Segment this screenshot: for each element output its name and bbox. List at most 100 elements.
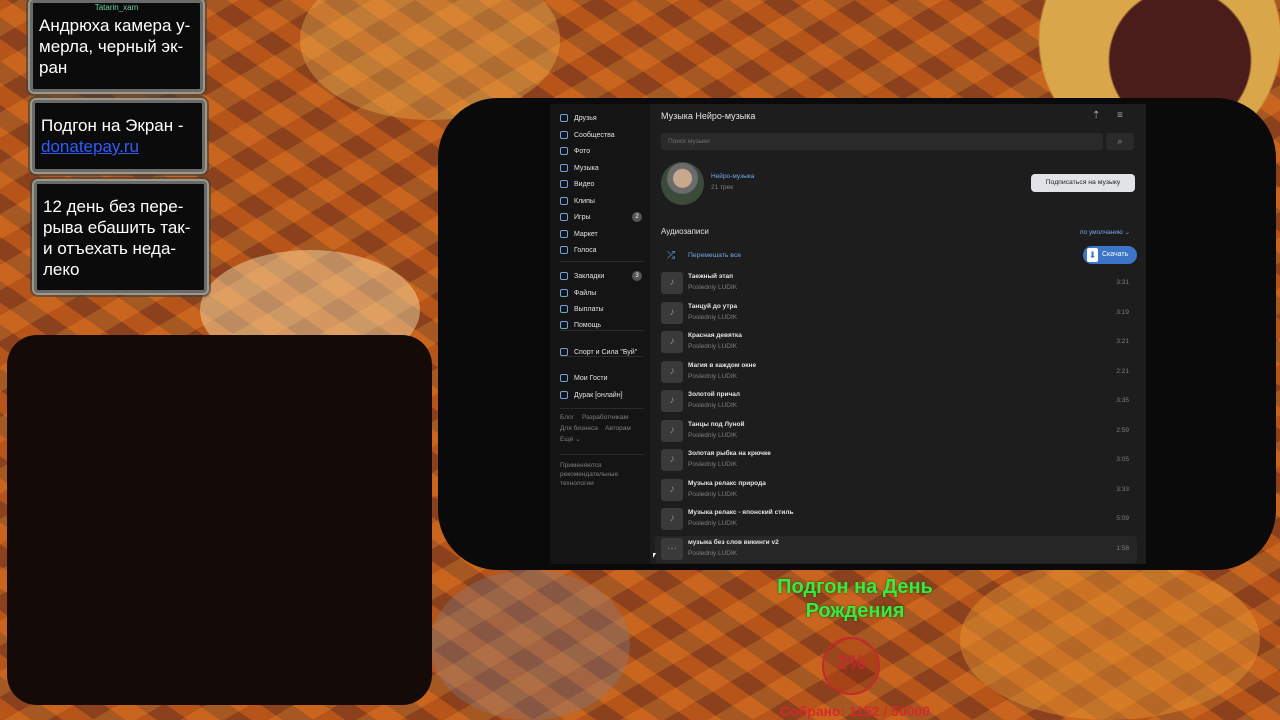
track-title: Магия в каждом окне bbox=[688, 361, 757, 369]
chat-message: Подгон на Экран - donatepay.ru bbox=[30, 98, 207, 174]
track-row[interactable]: ♪ Музыка релакс - японский стиль Posledniy… bbox=[655, 506, 1137, 533]
sidebar-item-label: Мои Гости bbox=[574, 374, 608, 382]
sidebar-item[interactable]: Клипы bbox=[560, 194, 595, 208]
friends-icon bbox=[560, 114, 568, 122]
donate-link[interactable]: donatepay.ru bbox=[41, 136, 196, 157]
files-icon bbox=[560, 289, 568, 297]
track-row[interactable]: ··· музыка без слов викинги v2 Posledniy L… bbox=[655, 535, 1137, 563]
track-title: Танцы под Луной bbox=[688, 420, 745, 428]
more-icon[interactable]: ··· bbox=[661, 537, 683, 560]
sidebar-item[interactable]: Помощь bbox=[560, 318, 601, 332]
sidebar-item[interactable]: Фото bbox=[560, 144, 590, 158]
sidebar: Блог Разработчикам Для бизнеса Авторам Е… bbox=[550, 104, 650, 564]
track-row[interactable]: ♪ Музыка релакс природа Posledniy LUDIK 3:3… bbox=[655, 477, 1137, 504]
footer-note: Применяются bbox=[560, 462, 602, 469]
chat-message: Tatarin_xam Андрюха камера у- мерла, чер… bbox=[28, 0, 205, 94]
track-row[interactable]: ♪ Магия в каждом окне Posledniy LUDIK 2:21 bbox=[655, 359, 1137, 386]
upload-icon[interactable]: ⇡ bbox=[1092, 111, 1102, 121]
sidebar-item[interactable]: Дурак [онлайн] bbox=[560, 388, 623, 402]
sidebar-item[interactable]: Выплаты bbox=[560, 302, 604, 316]
artist-track-count: 21 трек bbox=[711, 184, 734, 191]
chat-text: Подгон на Экран - donatepay.ru bbox=[41, 115, 196, 157]
payments-icon bbox=[560, 305, 568, 313]
footer-note: рекомендательные bbox=[560, 471, 619, 478]
sidebar-item-label: Голоса bbox=[574, 246, 597, 254]
sidebar-item[interactable]: Спорт и Сила "Буй" bbox=[560, 345, 637, 359]
music-note-icon[interactable]: ♪ bbox=[661, 419, 683, 442]
footer-link-dev[interactable]: Разработчикам bbox=[582, 414, 628, 421]
track-row[interactable]: ♪ Красная девятка Posledniy LUDIK 3:21 bbox=[655, 329, 1137, 356]
shuffle-all-button[interactable]: Перемешать все bbox=[688, 252, 741, 259]
search-icon[interactable]: ⌕ bbox=[1106, 133, 1134, 150]
music-note-icon[interactable]: ♪ bbox=[661, 360, 683, 383]
track-duration: 3:35 bbox=[1116, 397, 1129, 404]
sidebar-item-label: Друзья bbox=[574, 114, 597, 122]
sidebar-item[interactable]: Файлы bbox=[560, 286, 596, 300]
music-note-icon[interactable]: ♪ bbox=[661, 272, 683, 294]
track-artist[interactable]: Posledniy LUDIK bbox=[688, 520, 737, 527]
sidebar-item[interactable]: Закладки 3 bbox=[560, 269, 642, 283]
video-icon bbox=[560, 180, 568, 188]
footer-link-authors[interactable]: Авторам bbox=[605, 425, 631, 432]
sidebar-item[interactable]: Сообщества bbox=[560, 128, 615, 142]
app-icon bbox=[560, 374, 568, 382]
track-artist[interactable]: Posledniy LUDIK bbox=[688, 343, 737, 350]
footer-link-business[interactable]: Для бизнеса bbox=[560, 425, 598, 432]
sidebar-item[interactable]: Игры 2 bbox=[560, 210, 642, 224]
track-duration: 5:09 bbox=[1116, 515, 1129, 522]
track-title: Музыка релакс природа bbox=[688, 479, 766, 487]
sidebar-item[interactable]: Видео bbox=[560, 177, 594, 191]
music-note-icon[interactable]: ♪ bbox=[661, 478, 683, 501]
track-artist[interactable]: Posledniy LUDIK bbox=[688, 491, 737, 498]
goal-percent: 2% bbox=[836, 652, 866, 674]
footer-link-blog[interactable]: Блог bbox=[560, 414, 574, 421]
sidebar-divider bbox=[560, 261, 644, 262]
shuffle-icon[interactable]: ⤮ bbox=[667, 250, 675, 261]
track-artist[interactable]: Posledniy LUDIK bbox=[688, 373, 737, 380]
votes-icon bbox=[560, 246, 568, 254]
music-note-icon[interactable]: ♪ bbox=[661, 390, 683, 412]
footer-link-more[interactable]: Ещё ⌄ bbox=[560, 435, 581, 443]
sidebar-item-label: Дурак [онлайн] bbox=[574, 391, 623, 399]
download-label: Скачать bbox=[1102, 251, 1129, 258]
track-row[interactable]: ♪ Танцы под Луной Posledniy LUDIK 2:59 bbox=[655, 418, 1137, 445]
sort-dropdown[interactable]: по умолчанию ⌄ bbox=[1080, 228, 1130, 236]
chat-text: 12 день без пере- рыва ебашить так- и от… bbox=[43, 197, 191, 279]
subscribe-button[interactable]: Подписаться на музыку bbox=[1031, 174, 1135, 192]
help-icon bbox=[560, 321, 568, 329]
track-artist[interactable]: Posledniy LUDIK bbox=[688, 402, 737, 409]
track-artist[interactable]: Posledniy LUDIK bbox=[688, 550, 737, 557]
music-search-input[interactable]: Поиск музыки bbox=[661, 133, 1103, 150]
artist-name[interactable]: Нейро-музыка bbox=[711, 173, 754, 180]
sidebar-item[interactable]: Музыка bbox=[560, 161, 599, 175]
page-title: Музыка Нейро-музыка bbox=[661, 111, 756, 121]
track-artist[interactable]: Posledniy LUDIK bbox=[688, 284, 737, 291]
background-decor bbox=[960, 560, 1260, 720]
track-row[interactable]: ♪ Золотой причал Posledniy LUDIK 3:35 bbox=[655, 388, 1137, 415]
track-duration: 1:58 bbox=[1116, 544, 1129, 552]
track-artist[interactable]: Posledniy LUDIK bbox=[688, 432, 737, 439]
track-row[interactable]: ♪ Золотая рыбка на крючке Posledniy LUDIK 3… bbox=[655, 447, 1137, 474]
music-note-icon[interactable]: ♪ bbox=[661, 508, 683, 530]
music-note-icon[interactable]: ♪ bbox=[661, 449, 683, 471]
goal-collected: Собрано: 1152 / 50000 bbox=[779, 703, 931, 719]
sidebar-item[interactable]: Мои Гости bbox=[560, 371, 608, 385]
download-button[interactable]: ⬇ Скачать bbox=[1083, 246, 1137, 264]
music-note-icon[interactable]: ♪ bbox=[661, 331, 683, 353]
vk-page: Блог Разработчикам Для бизнеса Авторам Е… bbox=[550, 104, 1146, 564]
track-row[interactable]: ♪ Таежный этап Posledniy LUDIK 3:31 bbox=[655, 270, 1137, 297]
sidebar-item[interactable]: Друзья bbox=[560, 111, 597, 125]
chat-message: 12 день без пере- рыва ебашить так- и от… bbox=[32, 179, 209, 295]
track-artist[interactable]: Posledniy LUDIK bbox=[688, 314, 737, 321]
sidebar-item[interactable]: Маркет bbox=[560, 227, 598, 241]
track-artist[interactable]: Posledniy LUDIK bbox=[688, 461, 737, 468]
artist-avatar[interactable] bbox=[661, 162, 704, 205]
group-icon bbox=[560, 348, 568, 356]
music-note-icon[interactable]: ♪ bbox=[661, 301, 683, 324]
sidebar-item-label: Сообщества bbox=[574, 131, 615, 139]
playlist-add-icon[interactable]: ≡ bbox=[1117, 111, 1127, 121]
track-row[interactable]: ♪ Танцуй до утра Posledniy LUDIK 3:19 bbox=[655, 300, 1137, 327]
track-title: Музыка релакс - японский стиль bbox=[688, 509, 794, 516]
track-title: Золотой причал bbox=[688, 391, 741, 398]
sidebar-item[interactable]: Голоса bbox=[560, 243, 597, 257]
